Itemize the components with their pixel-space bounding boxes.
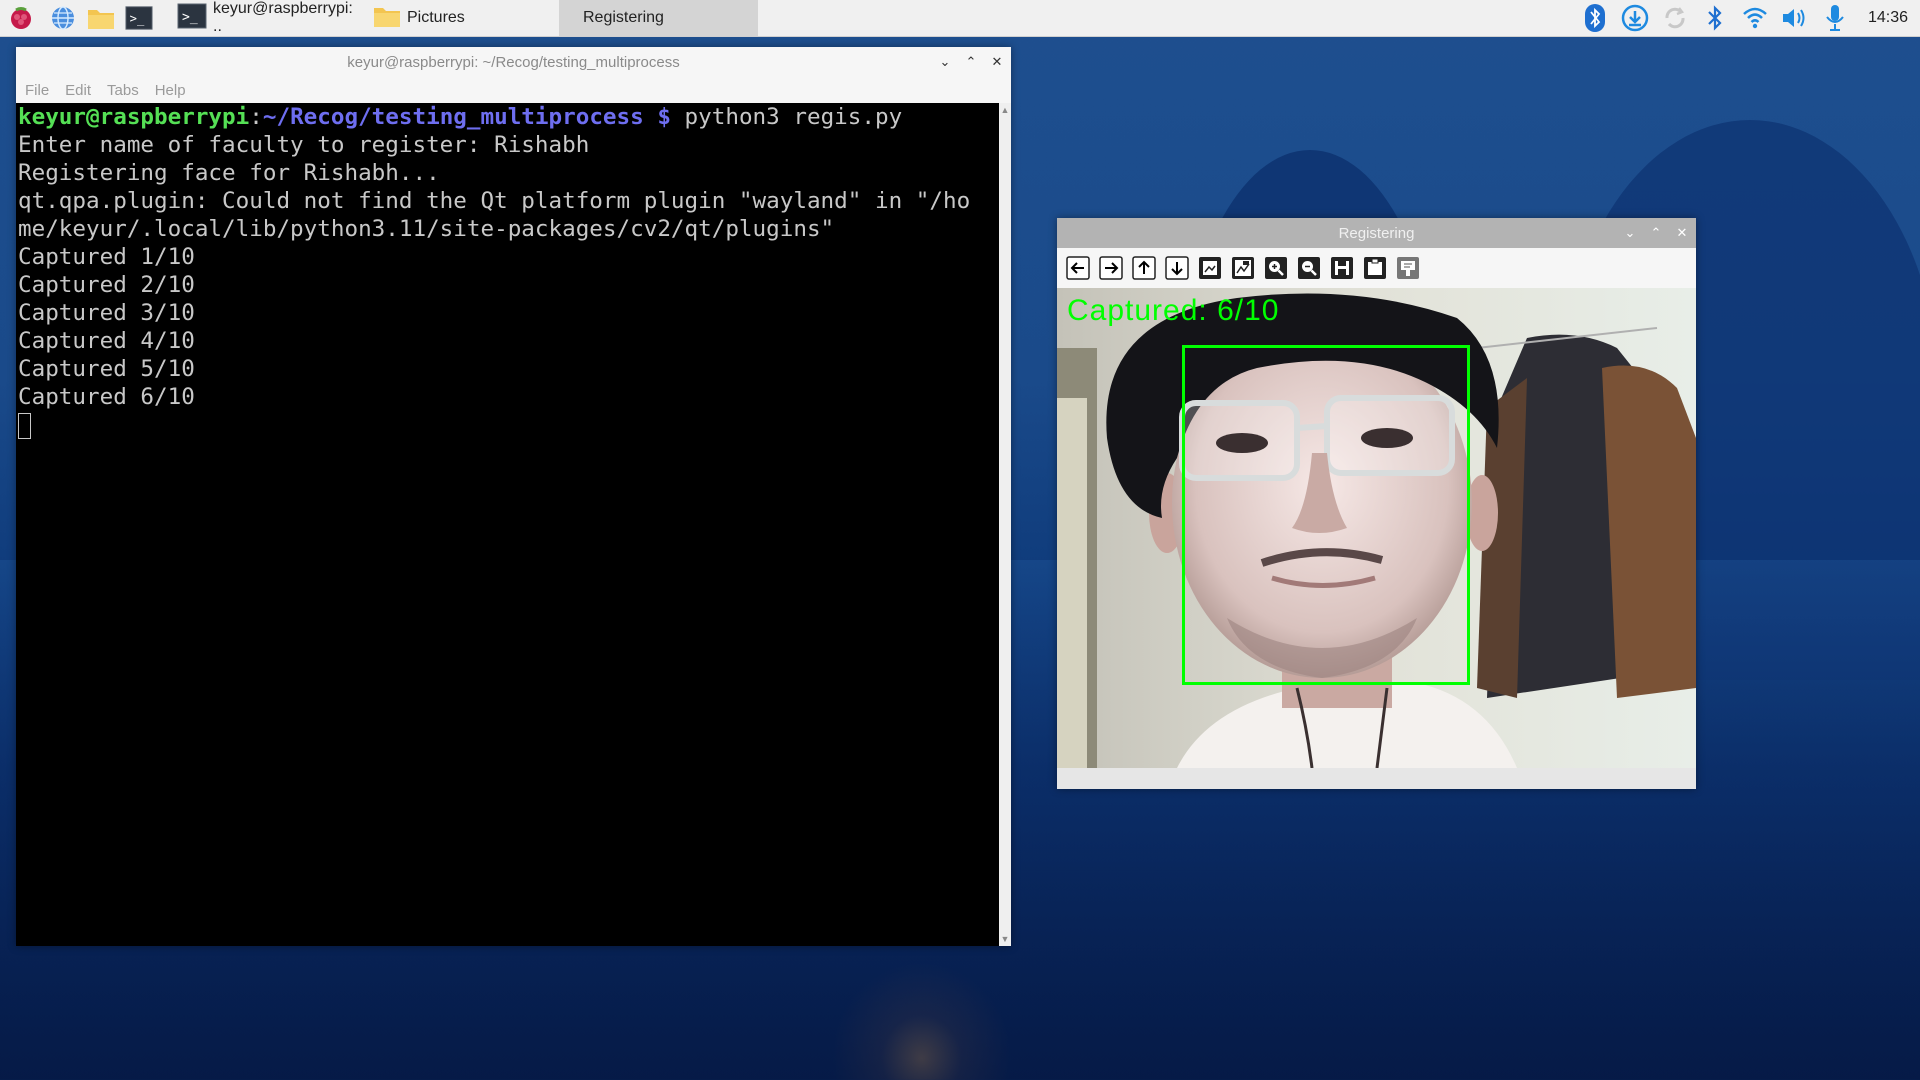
save-image-icon[interactable] [1328, 255, 1355, 282]
raspberry-menu-icon[interactable] [7, 4, 35, 32]
output-line: Captured 6/10 [18, 384, 195, 410]
bluetooth-badge-icon[interactable] [1580, 3, 1610, 33]
taskbar-task-registering[interactable]: Registering [559, 0, 758, 36]
scroll-down-icon[interactable]: ▼ [1000, 934, 1010, 944]
folder-icon [373, 4, 401, 33]
prompt-user: keyur@raspberrypi [18, 104, 250, 130]
window-title: keyur@raspberrypi: ~/Recog/testing_multi… [347, 53, 680, 71]
zoom-out-icon[interactable] [1295, 255, 1322, 282]
output-line: Captured 3/10 [18, 300, 195, 326]
zoom-original-icon[interactable] [1229, 255, 1256, 282]
registering-titlebar[interactable]: Registering ⌄ ⌃ ✕ [1057, 218, 1696, 248]
menu-edit[interactable]: Edit [65, 82, 91, 99]
taskbar-task-pictures[interactable]: Pictures [363, 0, 559, 36]
face-detection-box [1182, 345, 1470, 685]
svg-text:>_: >_ [130, 12, 145, 26]
system-tray: 14:36 [1580, 0, 1920, 36]
taskbar: >_ >_ keyur@raspberrypi: .. Pictures Reg… [0, 0, 1920, 37]
pan-down-icon[interactable] [1163, 255, 1190, 282]
minimize-icon[interactable]: ⌄ [1622, 225, 1638, 241]
prompt-line: keyur@raspberrypi:~/Recog/testing_multip… [18, 103, 1003, 131]
close-icon[interactable]: ✕ [989, 54, 1005, 70]
volume-icon[interactable] [1780, 3, 1810, 33]
wifi-icon[interactable] [1740, 3, 1770, 33]
copy-clipboard-icon[interactable] [1361, 255, 1388, 282]
menu-file[interactable]: File [25, 82, 49, 99]
taskbar-task-label: keyur@raspberrypi: .. [213, 0, 353, 35]
microphone-icon[interactable] [1820, 3, 1850, 33]
minimize-icon[interactable]: ⌄ [937, 54, 953, 70]
taskbar-task-label: Registering [583, 9, 664, 26]
maximize-icon[interactable]: ⌃ [1648, 225, 1664, 241]
terminal-icon: >_ [177, 3, 207, 34]
output-line: Enter name of faculty to register: Risha… [18, 132, 590, 158]
output-line: Registering face for Rishabh... [18, 160, 440, 186]
capture-count-overlay: Captured: 6/10 [1067, 294, 1280, 327]
terminal-output[interactable]: keyur@raspberrypi:~/Recog/testing_multip… [16, 103, 1003, 946]
file-manager-folder-icon[interactable] [87, 4, 115, 32]
output-line: Captured 2/10 [18, 272, 195, 298]
output-line: Captured 4/10 [18, 328, 195, 354]
bluetooth-icon[interactable] [1700, 3, 1730, 33]
menu-help[interactable]: Help [155, 82, 186, 99]
registering-window: Registering ⌄ ⌃ ✕ Captured: 6/10 [1057, 218, 1696, 789]
sync-icon[interactable] [1660, 3, 1690, 33]
cursor-line [18, 411, 1003, 439]
viewer-status-bar [1057, 768, 1696, 789]
viewer-toolbar [1057, 248, 1696, 288]
svg-text:>_: >_ [182, 10, 198, 25]
taskbar-task-terminal[interactable]: >_ keyur@raspberrypi: .. [167, 0, 363, 36]
zoom-fit-icon[interactable] [1196, 255, 1223, 282]
zoom-in-icon[interactable] [1262, 255, 1289, 282]
clock[interactable]: 14:36 [1868, 9, 1908, 27]
maximize-icon[interactable]: ⌃ [963, 54, 979, 70]
pan-right-icon[interactable] [1097, 255, 1124, 282]
update-download-icon[interactable] [1620, 3, 1650, 33]
pan-left-icon[interactable] [1064, 255, 1091, 282]
output-line: me/keyur/.local/lib/python3.11/site-pack… [18, 216, 835, 242]
browser-globe-icon[interactable] [49, 4, 77, 32]
terminal-titlebar[interactable]: keyur@raspberrypi: ~/Recog/testing_multi… [16, 47, 1011, 77]
output-line: Captured 1/10 [18, 244, 195, 270]
window-title: Registering [1338, 224, 1415, 242]
text-cursor [18, 412, 31, 439]
output-line: Captured 5/10 [18, 356, 195, 382]
terminal-scrollbar[interactable]: ▲ ▼ [999, 103, 1011, 946]
properties-icon[interactable] [1394, 255, 1421, 282]
terminal-menubar: File Edit Tabs Help [16, 77, 1011, 103]
output-line: qt.qpa.plugin: Could not find the Qt pla… [18, 188, 971, 214]
taskbar-task-label: Pictures [407, 9, 465, 26]
prompt-command: python3 regis.py [670, 104, 903, 130]
terminal-launcher-icon[interactable]: >_ [125, 4, 153, 32]
camera-feed-image: Captured: 6/10 [1057, 288, 1696, 768]
prompt-path: ~/Recog/testing_multiprocess $ [262, 104, 671, 130]
menu-tabs[interactable]: Tabs [107, 82, 139, 99]
pan-up-icon[interactable] [1130, 255, 1157, 282]
prompt-separator: : [249, 104, 263, 130]
close-icon[interactable]: ✕ [1674, 225, 1690, 241]
terminal-window: keyur@raspberrypi: ~/Recog/testing_multi… [16, 47, 1011, 946]
scroll-up-icon[interactable]: ▲ [1000, 105, 1010, 115]
